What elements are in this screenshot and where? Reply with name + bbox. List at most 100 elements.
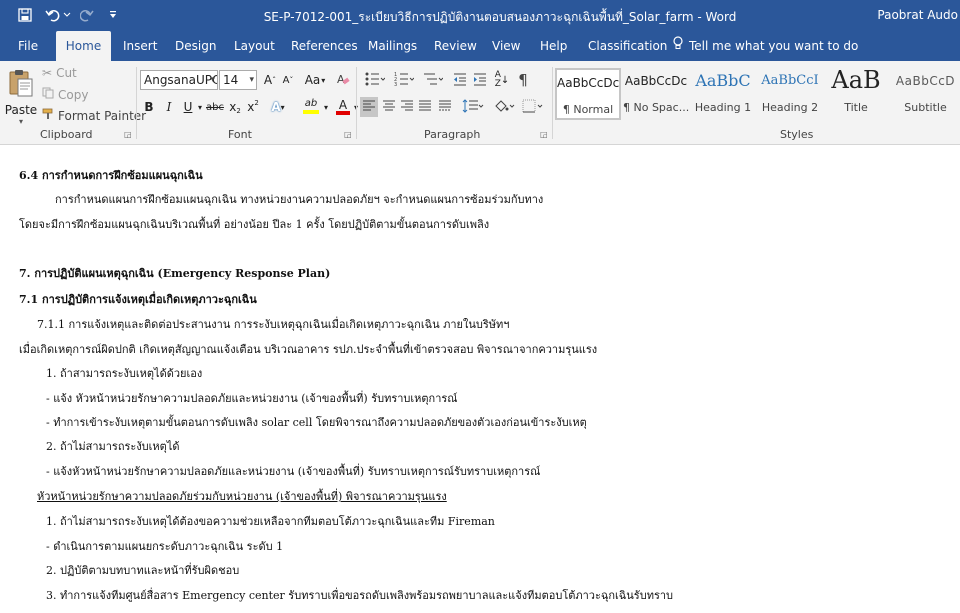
underline-button[interactable]: U [180, 97, 196, 117]
show-formatting-marks-button[interactable]: ¶ [514, 70, 532, 90]
group-separator [136, 67, 137, 139]
subscript-icon: x [229, 100, 237, 114]
shrink-font-icon: A [282, 74, 290, 86]
multilevel-list-icon [423, 72, 444, 89]
font-launcher-icon[interactable]: ◲ [344, 130, 352, 139]
ribbon-tabs: File Home Insert Design Layout Reference… [0, 31, 960, 61]
svg-text:A: A [337, 73, 345, 86]
font-color-icon: A [338, 97, 348, 112]
tab-mailings[interactable]: Mailings [368, 31, 417, 61]
style-preview: AaBbCcDc [624, 74, 688, 88]
justify-icon [418, 100, 432, 115]
tab-classification[interactable]: Classification [588, 31, 667, 61]
bullets-button[interactable] [361, 70, 389, 90]
borders-button[interactable] [520, 97, 546, 117]
paragraph-line: เมื่อเกิดเหตุการณ์ผิดปกติ เกิดเหตุสัญญาณ… [19, 343, 598, 356]
tab-insert[interactable]: Insert [123, 31, 157, 61]
subscript-button[interactable]: x2 [227, 97, 243, 117]
tab-design[interactable]: Design [175, 31, 216, 61]
list-item: 2. ถ้าไม่สามารถระงับเหตุได้ [46, 440, 180, 453]
paragraph-line: การกำหนดแผนการฝึกซ้อมแผนฉุกเฉิน ทางหน่วย… [55, 193, 544, 206]
style-name: Heading 2 [761, 101, 819, 114]
borders-icon [522, 99, 544, 116]
font-name-combo[interactable]: AngsanaUPC ▾ [140, 70, 218, 90]
tab-home[interactable]: Home [56, 31, 111, 61]
user-name[interactable]: Paobrat Audo [877, 8, 958, 22]
text-effects-icon: A [271, 100, 281, 114]
style-heading-2[interactable]: AaBbCcI Heading 2 [757, 68, 823, 120]
tab-help[interactable]: Help [540, 31, 567, 61]
cut-button[interactable]: ✂ Cut [42, 66, 77, 80]
align-right-button[interactable] [398, 97, 416, 117]
decrease-indent-button[interactable] [451, 70, 469, 90]
style-preview: AaBbCcI [761, 73, 819, 88]
paste-label: Paste [4, 103, 38, 117]
numbering-button[interactable]: 123 [390, 70, 418, 90]
document-page[interactable]: 6.4 การกำหนดการฝึกซ้อมแผนฉุกเฉิน การกำหน… [0, 146, 960, 613]
superscript-button[interactable]: x2 [245, 97, 261, 117]
numbered-list-icon: 123 [394, 72, 415, 89]
change-case-button[interactable]: Aa ▾ [302, 70, 328, 90]
bold-button[interactable]: B [141, 97, 157, 117]
change-case-icon: Aa [304, 73, 321, 87]
align-center-button[interactable] [380, 97, 398, 117]
copy-button[interactable]: Copy [42, 87, 88, 102]
styles-group-label: Styles [780, 128, 814, 141]
paste-button[interactable]: Paste ▾ [4, 65, 38, 129]
tab-file[interactable]: File [18, 31, 38, 61]
tab-view[interactable]: View [492, 31, 520, 61]
grow-font-button[interactable]: Aˆ [262, 70, 278, 90]
style-normal[interactable]: AaBbCcDc ¶ Normal [555, 68, 621, 120]
style-name: Subtitle [904, 101, 947, 114]
justify-button[interactable] [416, 97, 434, 117]
highlighter-icon: ab [304, 98, 318, 109]
format-painter-button[interactable]: Format Painter [42, 108, 146, 123]
sort-button[interactable]: A Z ↓ [493, 70, 511, 90]
style-heading-1[interactable]: AaBbC Heading 1 [690, 68, 756, 120]
highlight-color-bar [303, 110, 319, 114]
format-painter-label: Format Painter [58, 108, 147, 123]
styles-gallery: AaBbCcDc ¶ Normal AaBbCcDc ¶ No Spac... … [553, 66, 960, 121]
paint-bucket-icon [494, 99, 516, 116]
section-heading: 7.1 การปฏิบัติการแจ้งเหตุเมื่อเกิดเหตุภา… [19, 293, 257, 306]
list-item: 2. ปฏิบัติตามบทบาทและหน้าที่รับผิดชอบ [46, 564, 240, 577]
line-spacing-icon [462, 98, 484, 116]
font-group-label: Font [228, 128, 252, 141]
italic-button[interactable]: I [161, 97, 177, 117]
tab-review[interactable]: Review [434, 31, 477, 61]
clipboard-launcher-icon[interactable]: ◲ [124, 130, 132, 139]
tab-layout[interactable]: Layout [234, 31, 275, 61]
shrink-font-button[interactable]: Aˇ [280, 70, 296, 90]
strikethrough-button[interactable]: abc [206, 97, 224, 117]
style-title[interactable]: AaB Title [823, 66, 889, 120]
align-left-icon [362, 100, 376, 115]
paragraph-launcher-icon[interactable]: ◲ [540, 130, 548, 139]
style-no-spacing[interactable]: AaBbCcDc ¶ No Spac... [623, 68, 689, 120]
font-color-button[interactable]: A [332, 95, 354, 117]
document-title: SE-P-7012-001_ระเบียบวิธีการปฏิบัติงานตอ… [263, 10, 737, 24]
style-name: Title [844, 101, 868, 114]
tab-references[interactable]: References [291, 31, 358, 61]
text-effects-button[interactable]: A ▾ [268, 97, 288, 117]
highlight-dropdown-icon[interactable]: ▾ [322, 97, 330, 117]
group-separator [356, 67, 357, 139]
multilevel-list-button[interactable] [419, 70, 447, 90]
increase-indent-button[interactable] [471, 70, 489, 90]
section-heading: 7. การปฏิบัติแผนเหตุฉุกเฉิน (Emergency R… [19, 267, 331, 280]
copy-icon [42, 87, 54, 102]
chevron-down-icon[interactable]: ▾ [19, 117, 23, 126]
clear-formatting-button[interactable]: A [334, 70, 352, 90]
font-name-value: AngsanaUPC [144, 73, 218, 87]
font-size-combo[interactable]: 14 ▾ [219, 70, 257, 90]
underline-dropdown-icon[interactable]: ▾ [196, 97, 204, 117]
title-bar: SE-P-7012-001_ระเบียบวิธีการปฏิบัติงานตอ… [0, 0, 960, 31]
style-subtitle[interactable]: AaBbCcD Subtitle [891, 68, 960, 120]
shading-button[interactable] [492, 97, 518, 117]
align-left-button[interactable] [360, 97, 378, 117]
tell-me-search[interactable]: Tell me what you want to do [672, 31, 858, 61]
distributed-button[interactable] [436, 97, 454, 117]
ribbon: Paste ▾ ✂ Cut Copy Format Painter Clipbo… [0, 61, 960, 145]
align-center-icon [382, 100, 396, 115]
font-color-bar [336, 110, 350, 115]
line-spacing-button[interactable] [460, 97, 486, 117]
